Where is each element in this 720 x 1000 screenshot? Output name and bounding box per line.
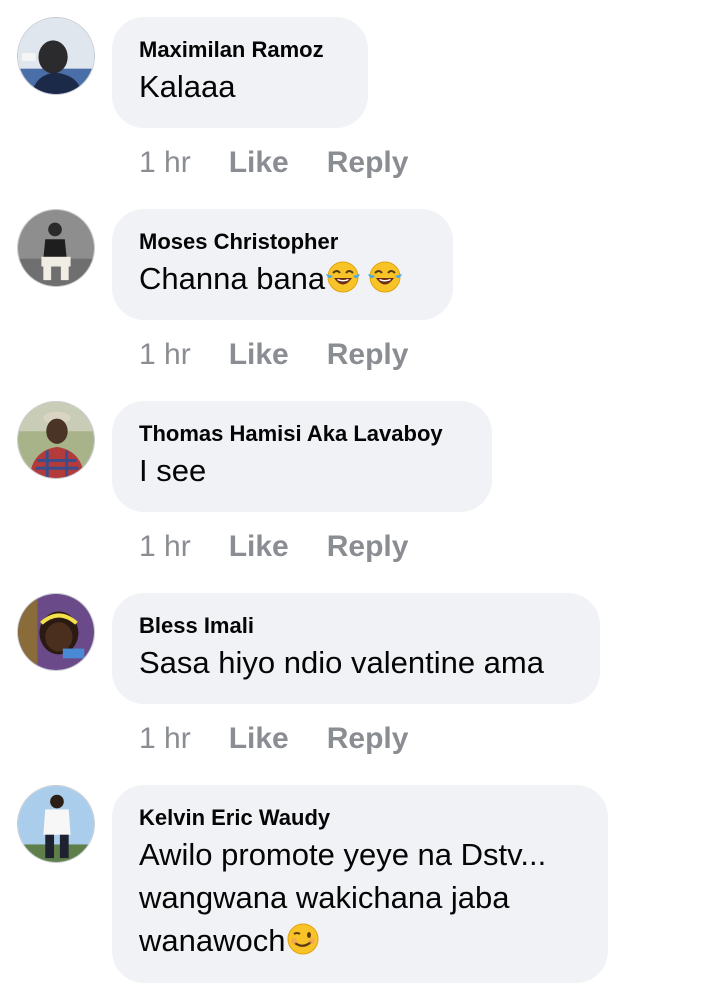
comment-timestamp[interactable]: 1 hr — [139, 146, 191, 180]
comment-text-line: wanawoch — [139, 919, 580, 962]
comment-bubble[interactable]: Kelvin Eric Waudy Awilo promote yeye na … — [112, 785, 608, 983]
face-with-tears-of-joy-icon — [325, 259, 361, 295]
avatar[interactable] — [17, 17, 95, 95]
comment-bubble[interactable]: Moses Christopher Channa bana — [112, 209, 453, 320]
like-button[interactable]: Like — [229, 338, 289, 372]
like-button[interactable]: Like — [229, 146, 289, 180]
comment-bubble[interactable]: Thomas Hamisi Aka Lavaboy I see — [112, 401, 492, 512]
comment-author[interactable]: Moses Christopher — [139, 229, 425, 255]
comment-text: Kalaaa — [139, 69, 236, 104]
reply-button[interactable]: Reply — [327, 530, 409, 564]
face-with-tears-of-joy-icon — [367, 259, 403, 295]
avatar[interactable] — [17, 785, 95, 863]
winking-face-icon — [285, 921, 321, 957]
comment-author[interactable]: Thomas Hamisi Aka Lavaboy — [139, 421, 464, 447]
comment-text: Awilo promote yeye na Dstv... wangwana w… — [139, 833, 580, 962]
comment-timestamp[interactable]: 1 hr — [139, 530, 191, 564]
comment-author[interactable]: Bless Imali — [139, 613, 572, 639]
like-button[interactable]: Like — [229, 530, 289, 564]
comment-text: I see — [139, 453, 207, 488]
comment-actions: 1 hr Like Reply — [139, 146, 408, 180]
comment-author[interactable]: Kelvin Eric Waudy — [139, 805, 580, 831]
comment-text: Channa bana — [139, 257, 425, 300]
avatar[interactable] — [17, 209, 95, 287]
comment-text-content: wanawoch — [139, 923, 286, 958]
comment-timestamp[interactable]: 1 hr — [139, 722, 191, 756]
like-button[interactable]: Like — [229, 722, 289, 756]
comment-text-content: Channa bana — [139, 261, 326, 296]
comment-author[interactable]: Maximilan Ramoz — [139, 37, 340, 63]
comment-text-line: Awilo promote yeye na Dstv... — [139, 837, 547, 872]
reply-button[interactable]: Reply — [327, 146, 409, 180]
comment-actions: 1 hr Like Reply — [139, 338, 408, 372]
comment-text: Sasa hiyo ndio valentine ama — [139, 645, 544, 680]
reply-button[interactable]: Reply — [327, 722, 409, 756]
reply-button[interactable]: Reply — [327, 338, 409, 372]
comment-actions: 1 hr Like Reply — [139, 530, 408, 564]
avatar[interactable] — [17, 593, 95, 671]
comment-actions: 1 hr Like Reply — [139, 722, 408, 756]
avatar[interactable] — [17, 401, 95, 479]
comment-text-line: wangwana wakichana jaba — [139, 880, 510, 915]
comment-bubble[interactable]: Maximilan Ramoz Kalaaa — [112, 17, 368, 128]
comment-bubble[interactable]: Bless Imali Sasa hiyo ndio valentine ama — [112, 593, 600, 704]
comment-timestamp[interactable]: 1 hr — [139, 338, 191, 372]
